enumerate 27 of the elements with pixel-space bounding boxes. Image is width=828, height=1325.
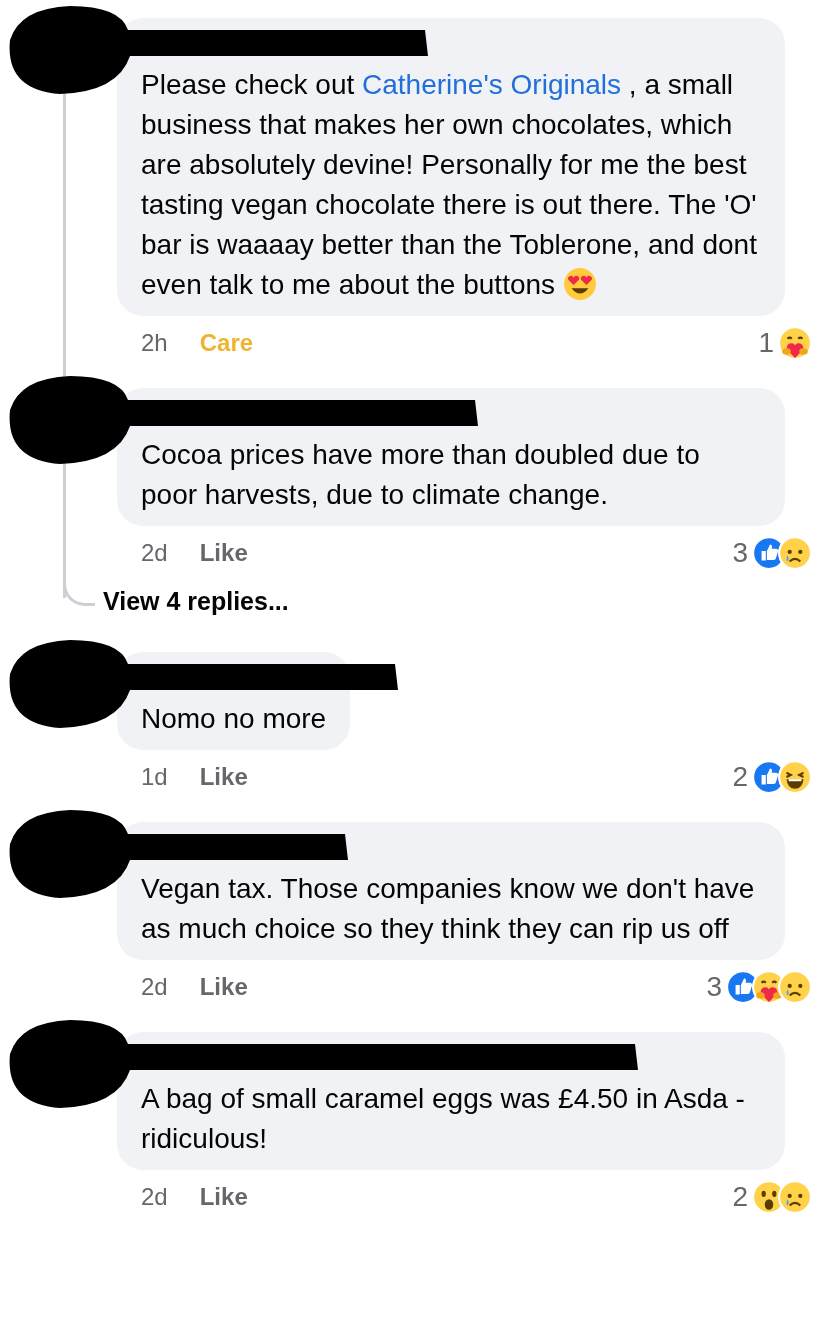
react-link[interactable]: Like (199, 1183, 248, 1211)
heart-eyes-emoji-icon (562, 267, 597, 301)
sad-face-icon (778, 536, 812, 570)
react-link[interactable]: Like (199, 763, 248, 791)
view-replies-link[interactable]: View 4 replies... (103, 587, 289, 616)
comment-time: 1d (141, 763, 168, 791)
comment-text: Cocoa prices have more than doubled due to poor harvests, due to climate change. (141, 438, 701, 512)
reaction-count: 3 (706, 971, 722, 1003)
hugging-face-icon (778, 326, 812, 360)
comment-time: 2h (141, 329, 168, 357)
comment-time: 2d (141, 539, 168, 567)
page-link[interactable]: Catherine's Originals (362, 69, 622, 100)
reaction-count: 1 (758, 327, 774, 359)
sad-face-icon (778, 1180, 812, 1214)
comment-text: Please check out Catherine's Originals , a small business that makes her own chocolates, which are absolutely devine! Personally for me the best tasting vegan chocolate there is out there. The 'O' bar is waaaay better than the Toblerone, and dont even talk to me about the buttons (141, 68, 758, 303)
reaction-count: 3 (732, 537, 748, 569)
reaction-count: 2 (732, 761, 748, 793)
react-link[interactable]: Like (199, 973, 248, 1001)
comment-time: 2d (141, 973, 168, 1001)
reaction-count: 2 (732, 1181, 748, 1213)
react-link[interactable]: Like (199, 539, 248, 567)
comment-text: Nomo no more (141, 702, 327, 736)
sad-face-icon (778, 970, 812, 1004)
comment-text: Vegan tax. Those companies know we don't have as much choice so they think they can rip us off (141, 872, 756, 946)
comment-time: 2d (141, 1183, 168, 1211)
comment-text: A bag of small caramel eggs was £4.50 in Asda - ridiculous! (141, 1082, 746, 1156)
laughing-face-icon (778, 760, 812, 794)
